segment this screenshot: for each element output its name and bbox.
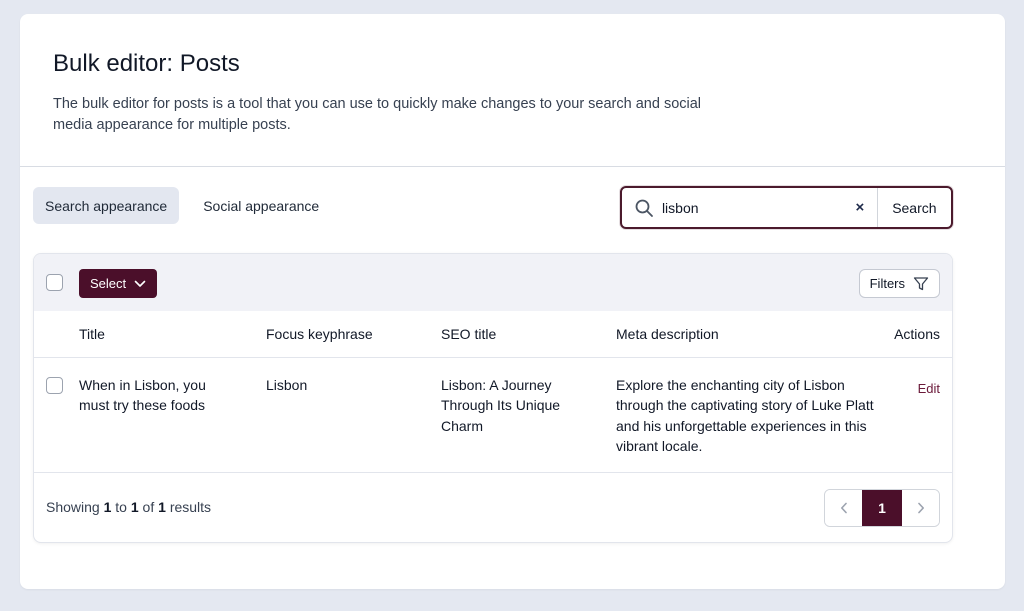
row-seo-title: Lisbon: A Journey Through Its Unique Cha… [441, 377, 561, 434]
row-focus-keyphrase: Lisbon [266, 377, 308, 393]
of-word: of [142, 499, 155, 515]
select-label: Select [90, 276, 127, 291]
tab-social-appearance[interactable]: Social appearance [191, 187, 331, 224]
clear-search-icon[interactable]: × [843, 188, 877, 227]
chevron-left-icon [840, 502, 847, 514]
next-page-button[interactable] [902, 490, 939, 526]
results-total: 1 [158, 499, 166, 515]
table-header: Title Focus keyphrase SEO title Meta des… [34, 311, 952, 358]
table-toolbar: Select Filters [34, 254, 952, 311]
filters-label: Filters [869, 276, 905, 291]
tab-search-appearance[interactable]: Search appearance [33, 187, 180, 224]
search-input[interactable] [659, 188, 843, 227]
row-checkbox[interactable] [46, 377, 63, 394]
chevron-down-icon [134, 280, 146, 287]
row-title: When in Lisbon, you must try these foods [79, 377, 206, 414]
showing-prefix: Showing [46, 499, 100, 515]
search-box: × Search [620, 186, 953, 229]
select-dropdown-button[interactable]: Select [79, 269, 158, 298]
table-row: When in Lisbon, you must try these foods… [34, 358, 952, 473]
page-1-button[interactable]: 1 [862, 490, 902, 526]
appearance-tabs: Search appearance Social appearance [33, 187, 331, 224]
column-seo-title: SEO title [441, 326, 497, 342]
pagination: 1 [824, 489, 940, 527]
row-meta-description: Explore the enchanting city of Lisbon th… [616, 377, 874, 454]
filters-button[interactable]: Filters [858, 269, 940, 298]
previous-page-button[interactable] [825, 490, 862, 526]
column-focus-keyphrase: Focus keyphrase [266, 326, 373, 342]
edit-link[interactable]: Edit [918, 379, 940, 399]
search-button[interactable]: Search [876, 188, 951, 227]
chevron-right-icon [917, 502, 924, 514]
page-title: Bulk editor: Posts [53, 50, 240, 77]
results-suffix: results [169, 499, 212, 515]
results-summary: Showing 1 to 1 of 1 results [46, 499, 211, 515]
results-from: 1 [103, 499, 112, 515]
column-actions: Actions [894, 326, 940, 342]
search-icon [622, 188, 660, 227]
results-to: 1 [130, 499, 139, 515]
to-word: to [115, 499, 127, 515]
column-meta-description: Meta description [616, 326, 719, 342]
select-all-checkbox[interactable] [46, 274, 63, 291]
page-description: The bulk editor for posts is a tool that… [53, 96, 702, 133]
page-header: Bulk editor: Posts The bulk editor for p… [20, 14, 1005, 167]
posts-table: Select Filters Title Focus keyphrase SEO… [33, 253, 953, 543]
table-footer: Showing 1 to 1 of 1 results 1 [34, 473, 952, 542]
filter-icon [913, 276, 929, 290]
column-title: Title [79, 326, 105, 342]
